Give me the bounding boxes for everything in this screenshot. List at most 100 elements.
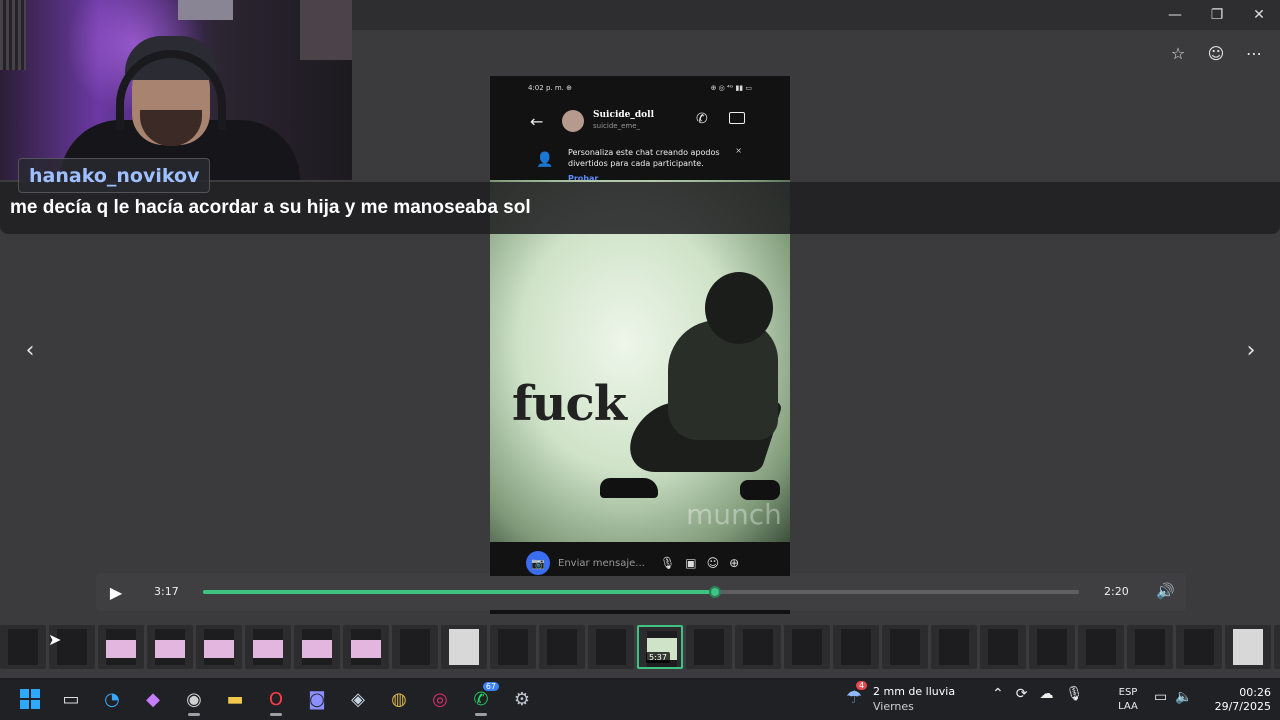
thumbnail-preview [694, 629, 724, 665]
speaker-icon[interactable]: 🔈 [1175, 689, 1192, 705]
umbrella-icon: ☂ [846, 687, 863, 708]
next-arrow-icon[interactable]: › [1239, 338, 1263, 363]
task-view-icon: ▭ [62, 688, 80, 710]
filmstrip-thumbnail[interactable] [0, 625, 46, 669]
filmstrip-thumbnail[interactable] [392, 625, 438, 669]
filmstrip-thumbnail[interactable] [1127, 625, 1173, 669]
volume-icon[interactable]: 🔊 [1156, 582, 1175, 600]
language-indicator[interactable]: ESP LAA [1112, 686, 1144, 714]
filmstrip-thumbnail[interactable] [294, 625, 340, 669]
language-line-2: LAA [1118, 701, 1138, 712]
viewer-actions: ☆ ☺ ⋯ [1164, 40, 1268, 66]
webcam-overlay [0, 0, 352, 180]
tray-chevron-icon[interactable]: ⌃ [992, 686, 1004, 702]
sticker-icon: ☺ [706, 556, 720, 570]
thumbnail-preview [743, 629, 773, 665]
filmstrip-thumbnail[interactable] [1078, 625, 1124, 669]
filmstrip-thumbnail[interactable] [735, 625, 781, 669]
filmstrip-thumbnail[interactable] [784, 625, 830, 669]
thumbnail-preview [890, 629, 920, 665]
video-player-controls: ▶ 3:17 2:20 🔊 [96, 573, 1186, 611]
previous-arrow-icon[interactable]: ‹ [18, 338, 42, 363]
banner-close-icon: × [735, 146, 742, 155]
taskbar-copilot[interactable]: ◆ [135, 681, 171, 717]
cam-shelf [0, 0, 26, 70]
seek-bar[interactable] [203, 586, 1079, 598]
thumbnail-preview [400, 629, 430, 665]
figure-shoe [740, 480, 780, 500]
whatsapp-icon: ✆ [473, 688, 489, 710]
filmstrip-thumbnail[interactable] [441, 625, 487, 669]
thumbnail-preview [988, 629, 1018, 665]
filmstrip-thumbnail[interactable] [931, 625, 977, 669]
windows-logo-icon [20, 689, 40, 709]
filmstrip-thumbnail[interactable] [539, 625, 585, 669]
filmstrip-thumbnail[interactable] [245, 625, 291, 669]
filmstrip-thumbnail[interactable] [196, 625, 242, 669]
seek-handle[interactable] [709, 586, 722, 598]
filmstrip-thumbnail[interactable] [882, 625, 928, 669]
taskbar-app-yellow[interactable]: ◍ [381, 681, 417, 717]
filmstrip-thumbnail[interactable]: 5:37 [637, 625, 683, 669]
taskbar-opera[interactable]: O [258, 681, 294, 717]
cam-wall-item [178, 0, 233, 20]
filmstrip-thumbnail[interactable] [98, 625, 144, 669]
filmstrip-thumbnail[interactable] [147, 625, 193, 669]
clock-date: 29/7/2025 [1214, 700, 1271, 713]
filmstrip-thumbnail[interactable] [1274, 625, 1280, 669]
filmstrip-thumbnail[interactable] [1176, 625, 1222, 669]
taskbar-edge[interactable]: ◔ [94, 681, 130, 717]
phone-call-icon: ✆ [696, 111, 708, 127]
taskbar-whatsapp[interactable]: ✆ 67 [463, 681, 499, 717]
filmstrip-thumbnail[interactable] [980, 625, 1026, 669]
weather-widget[interactable]: ☂ 4 2 mm de lluvia Viernes [846, 681, 966, 715]
filmstrip-thumbnail[interactable] [1225, 625, 1271, 669]
thumbnail-duration: 5:37 [646, 652, 670, 663]
taskbar-discord[interactable]: ◙ [299, 681, 335, 717]
filmstrip-thumbnail[interactable] [1029, 625, 1075, 669]
feedback-smiley-icon[interactable]: ☺ [1202, 40, 1230, 66]
seek-bar-fill [203, 590, 716, 594]
instagram-icon: ◎ [432, 688, 448, 710]
taskbar-steam[interactable]: ◈ [340, 681, 376, 717]
phone-status-icons: ⊕ ◎ ⁴ᴳ ▮▮ ▭ [710, 84, 752, 92]
nickname-banner: 👤 Personaliza este chat creando apodos d… [530, 144, 750, 184]
thumbnail-preview [841, 629, 871, 665]
file-explorer-icon: ▬ [226, 688, 244, 710]
filmstrip-thumbnail[interactable] [686, 625, 732, 669]
whatsapp-badge: 67 [482, 682, 499, 691]
microphone-icon[interactable]: 🎙 [1065, 686, 1083, 702]
sync-icon[interactable]: ⟳ [1016, 686, 1028, 702]
play-icon[interactable]: ▶ [106, 582, 126, 602]
filmstrip-thumbnail[interactable] [588, 625, 634, 669]
taskbar-file-explorer[interactable]: ▬ [217, 681, 253, 717]
filmstrip-thumbnail[interactable] [833, 625, 879, 669]
phone-screenshot: 4:02 p. m. ⊕ ⊕ ◎ ⁴ᴳ ▮▮ ▭ ← Suicide_doll … [490, 76, 790, 576]
current-time: 3:17 [154, 585, 179, 598]
taskbar-instagram[interactable]: ◎ [422, 681, 458, 717]
taskbar-start[interactable] [12, 681, 48, 717]
cloud-icon[interactable]: ☁ [1039, 686, 1053, 702]
clock[interactable]: 00:26 29/7/2025 [1205, 686, 1271, 714]
restore-button[interactable]: ❐ [1196, 0, 1238, 30]
back-arrow-icon: ← [530, 112, 544, 131]
banner-text: Personaliza este chat creando apodos div… [568, 148, 720, 168]
favorite-star-icon[interactable]: ☆ [1164, 40, 1192, 66]
weather-line-1: 2 mm de lluvia [873, 685, 956, 698]
filmstrip-thumbnail[interactable] [343, 625, 389, 669]
display-icon[interactable]: ▭ [1154, 689, 1167, 705]
message-placeholder: Enviar mensaje... [558, 557, 645, 569]
more-options-icon[interactable]: ⋯ [1240, 40, 1268, 66]
taskbar: ▭ ◔ ◆ ◉ ▬ O ◙ ◈ ◍ ◎ ✆ 67 ⚙ [0, 678, 1280, 720]
taskbar-settings[interactable]: ⚙ [504, 681, 540, 717]
close-button[interactable]: ✕ [1238, 0, 1280, 30]
contact-name: Suicide_doll [593, 110, 655, 120]
filmstrip-thumbnail[interactable] [490, 625, 536, 669]
image-watermark: munch [686, 498, 782, 531]
video-call-icon [729, 112, 745, 124]
mouse-cursor-icon: ➤ [48, 630, 62, 649]
thumbnail-preview [939, 629, 969, 665]
taskbar-task-view[interactable]: ▭ [53, 681, 89, 717]
minimize-button[interactable]: — [1154, 0, 1196, 30]
taskbar-chrome[interactable]: ◉ [176, 681, 212, 717]
